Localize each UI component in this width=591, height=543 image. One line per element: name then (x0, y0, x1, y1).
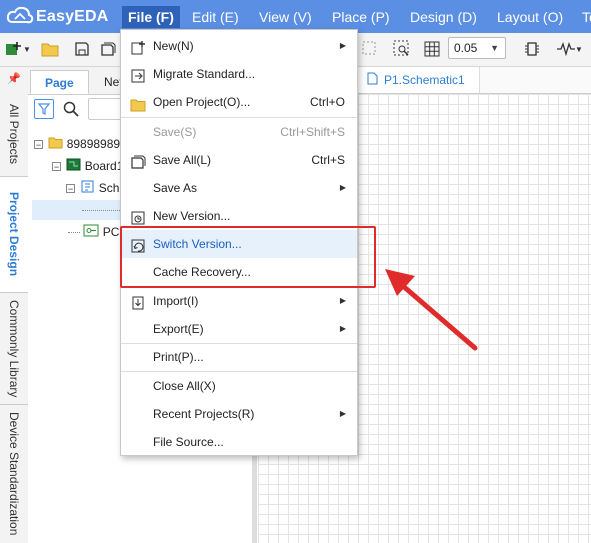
menu-tools[interactable]: To (582, 7, 591, 27)
folder-icon (48, 135, 63, 155)
menu-item-import[interactable]: Import(I) ▶ (121, 287, 357, 315)
save-all-icon (130, 152, 146, 169)
switch-version-icon (130, 236, 146, 253)
menu-item-print[interactable]: Print(P)... (121, 343, 357, 371)
menu-item-open-project[interactable]: Open Project(O)... Ctrl+O (121, 88, 357, 116)
chevron-down-icon: ▼ (490, 43, 499, 53)
migrate-icon (130, 66, 146, 83)
menu-item-recent-projects[interactable]: Recent Projects(R) ▶ (121, 400, 357, 428)
chip-icon[interactable] (522, 39, 542, 59)
menu-item-save-all[interactable]: Save All(L) Ctrl+S (121, 146, 357, 174)
menu-item-cache-recovery[interactable]: Cache Recovery... (121, 258, 357, 286)
tab-all-projects[interactable]: All Projects (0, 93, 28, 177)
menu-item-save-as[interactable]: Save As ▶ (121, 174, 357, 202)
menu-item-migrate-standard[interactable]: Migrate Standard... (121, 60, 357, 88)
submenu-arrow-icon: ▶ (339, 296, 346, 305)
page-icon (367, 68, 378, 94)
search-icon[interactable] (63, 101, 79, 120)
tree-item-sheet[interactable] (32, 200, 149, 220)
left-vertical-tabs: 📌 All Projects Project Design Commonly L… (0, 67, 29, 543)
submenu-arrow-icon: ▶ (339, 41, 346, 50)
tab-commonly-library[interactable]: Commonly Library (0, 293, 28, 405)
save-all-icon[interactable] (98, 39, 118, 59)
zoom-selection-icon[interactable] (392, 39, 412, 59)
submenu-arrow-icon: ▶ (339, 183, 346, 192)
file-menu-dropdown: New(N) ▶ Migrate Standard... Open Projec… (120, 29, 358, 456)
menu-edit[interactable]: Edit (E) (192, 7, 239, 27)
menu-item-file-source[interactable]: File Source... (121, 428, 357, 456)
grid-size-select[interactable]: 0.05 ▼ (448, 37, 506, 59)
submenu-arrow-icon: ▶ (339, 409, 346, 418)
easyeda-logo-icon (6, 6, 34, 24)
menu-item-close-all[interactable]: Close All(X) (121, 372, 357, 400)
zoom-area-icon[interactable] (360, 39, 380, 59)
tree-item-board[interactable]: − Board1 (52, 156, 123, 176)
pcb-icon (83, 223, 99, 243)
schematic-folder-icon (80, 179, 95, 199)
tree-item-schematic[interactable]: − Sch (66, 178, 119, 198)
menu-item-new-version[interactable]: New Version... (121, 202, 357, 230)
menu-view[interactable]: View (V) (259, 7, 312, 27)
collapse-icon[interactable]: − (52, 162, 61, 172)
new-schematic-icon[interactable] (4, 39, 24, 59)
menu-item-export[interactable]: Export(E) ▶ (121, 315, 357, 343)
grid-icon[interactable] (422, 39, 442, 59)
menu-item-switch-version[interactable]: Switch Version... (121, 230, 357, 258)
tree-item-project[interactable]: − 89898989 (34, 134, 120, 154)
submenu-arrow-icon: ▶ (339, 324, 346, 333)
folder-open-icon (130, 94, 146, 112)
pin-icon[interactable]: 📌 (7, 72, 21, 85)
tab-page[interactable]: Page (30, 70, 89, 94)
collapse-icon[interactable]: − (66, 184, 75, 194)
annotation-arrow-icon (385, 269, 478, 351)
import-icon (130, 293, 146, 310)
filter-icon[interactable] (34, 99, 54, 119)
board-icon (66, 157, 81, 177)
new-icon (130, 38, 146, 55)
wire-dropdown-icon[interactable]: ▼ (574, 39, 584, 59)
tab-device-standardization[interactable]: Device Standardization (0, 405, 28, 543)
menu-layout[interactable]: Layout (O) (497, 7, 563, 27)
wire-icon[interactable] (556, 39, 576, 59)
collapse-icon[interactable]: − (34, 140, 43, 150)
new-version-icon (130, 208, 146, 225)
brand-name: EasyEDA (36, 8, 109, 25)
new-dropdown-icon[interactable]: ▼ (22, 39, 32, 59)
menu-place[interactable]: Place (P) (332, 7, 390, 27)
menu-item-new[interactable]: New(N) ▶ (121, 32, 357, 60)
open-folder-icon[interactable] (40, 39, 60, 59)
tab-p1-schematic1[interactable]: P1.Schematic1 (356, 67, 480, 93)
menu-file[interactable]: File (F) (122, 6, 180, 28)
menu-item-save: Save(S) Ctrl+Shift+S (153, 125, 345, 139)
save-icon[interactable] (72, 39, 92, 59)
tab-project-design[interactable]: Project Design (0, 177, 28, 293)
tree-item-pcb[interactable]: PC (68, 222, 119, 242)
menu-design[interactable]: Design (D) (410, 7, 477, 27)
